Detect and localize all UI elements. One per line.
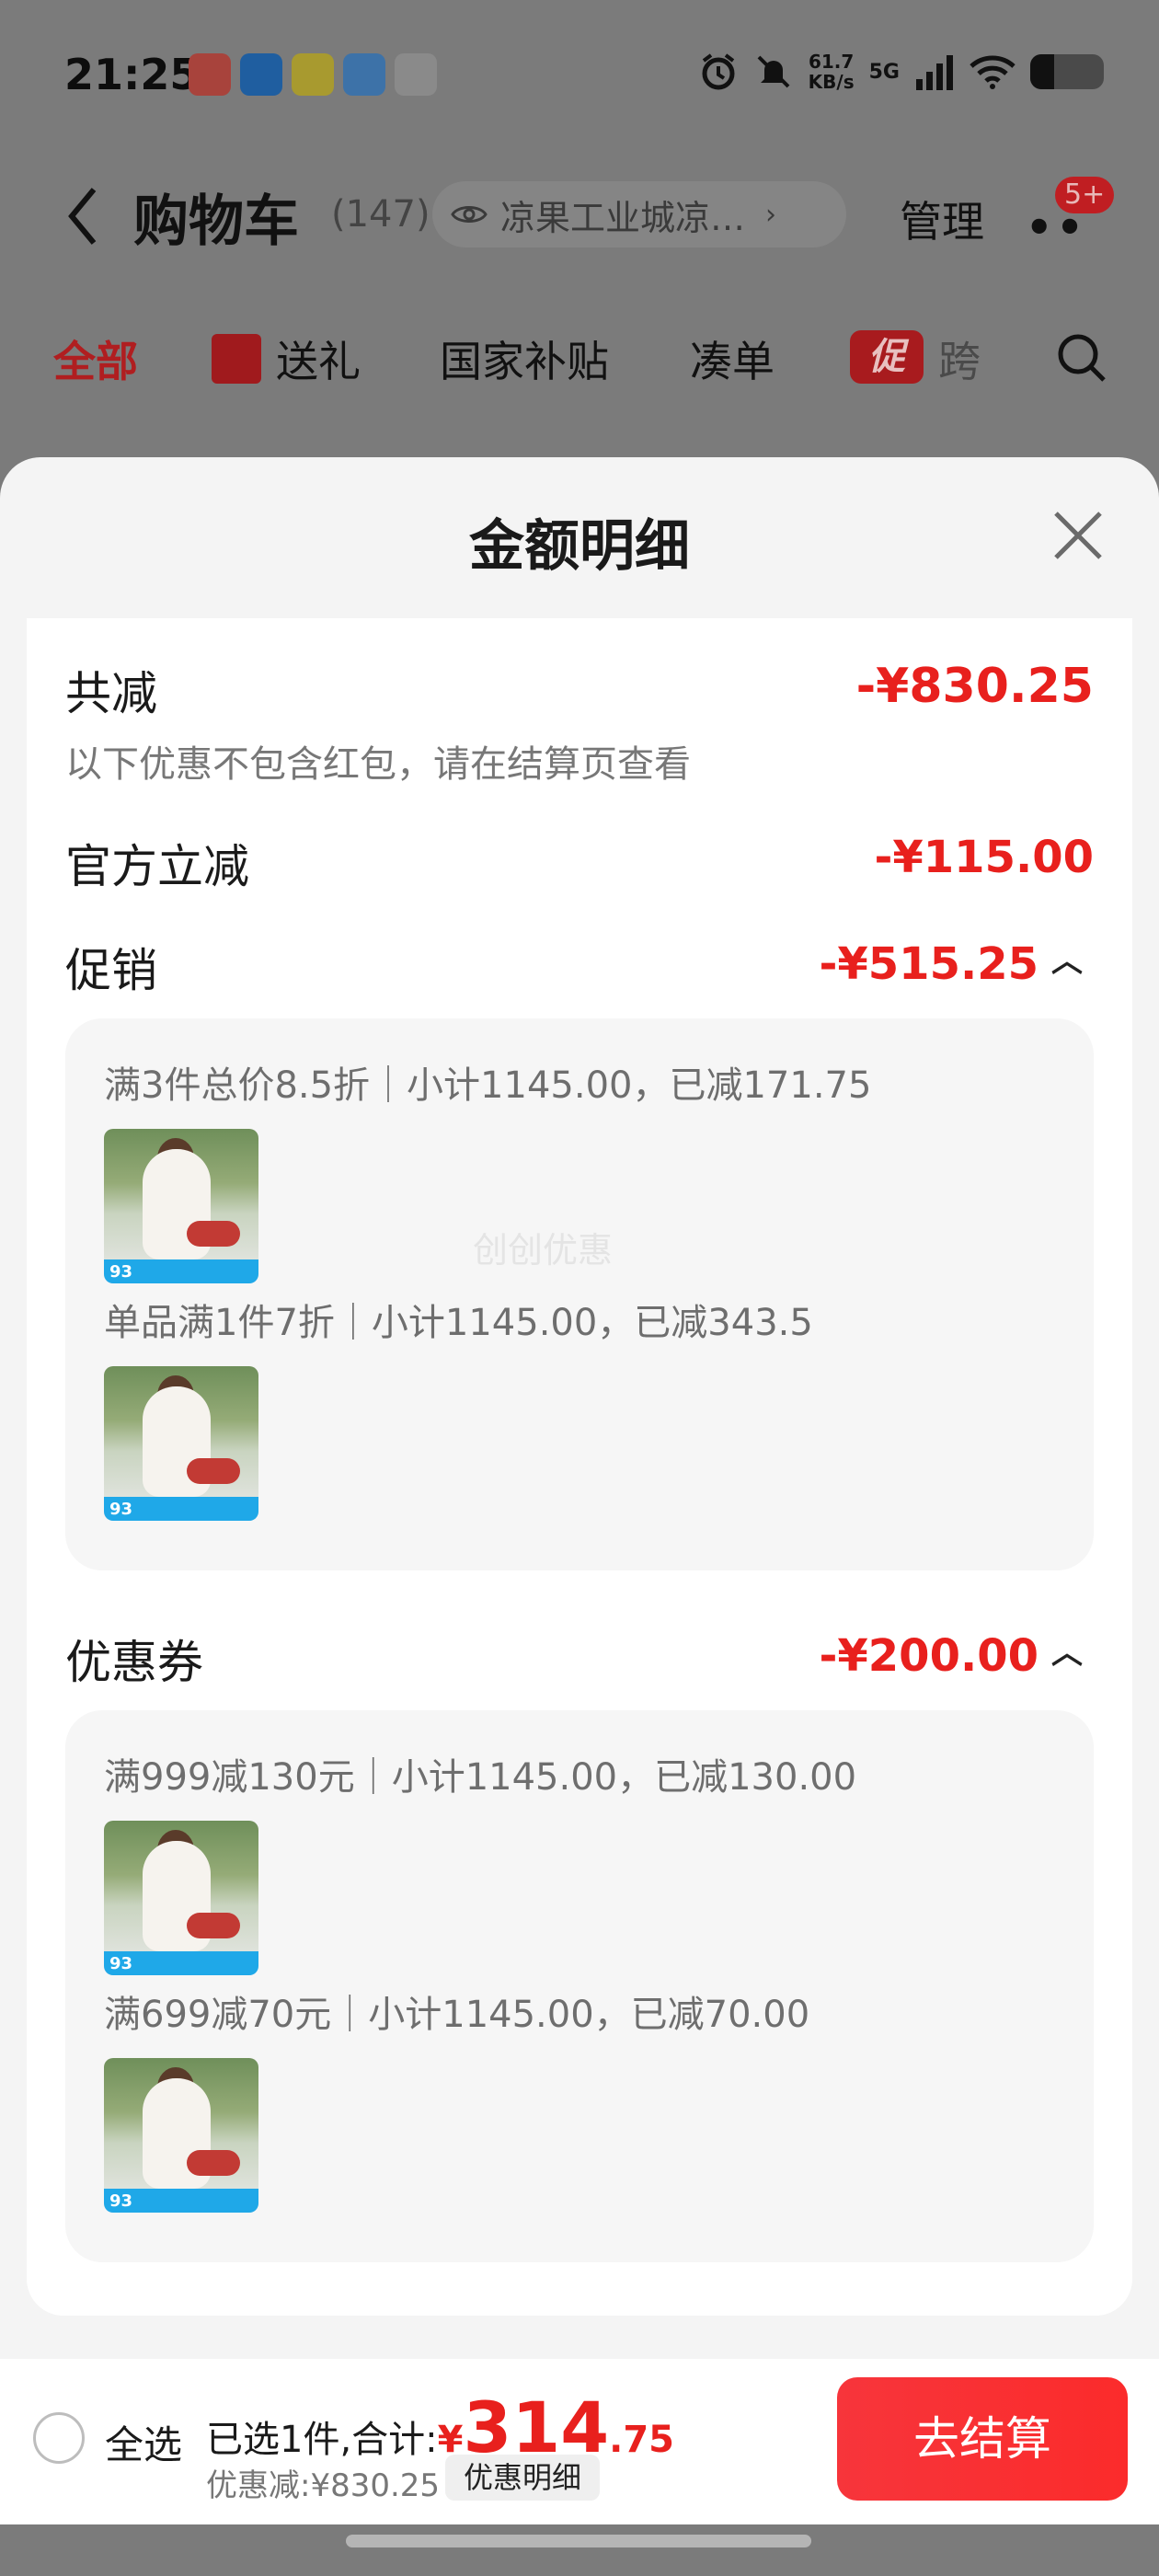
promo-tag-icon: 促	[850, 330, 924, 384]
amount-detail-sheet: 金额明细 共减 -¥830.25 以下优惠不包含红包，请在结算页查看 官方立减 …	[0, 457, 1159, 2362]
select-all-label[interactable]: 全选	[105, 2414, 182, 2470]
weather-notification-icon	[343, 53, 385, 96]
official-value: -¥115.00	[874, 832, 1094, 883]
app-notification-icon	[189, 53, 231, 96]
checkout-button[interactable]: 去结算	[837, 2377, 1128, 2501]
thumb-badge: 93	[109, 1954, 133, 1973]
product-thumbnail[interactable]: 93	[104, 2058, 258, 2213]
total-discount-row: 共减 -¥830.25 以下优惠不包含红包，请在结算页查看	[65, 657, 1094, 788]
address-text: 凉果工业城凉…	[500, 197, 746, 238]
promo-detail-box: 满3件总价8.5折｜小计1145.00，已减171.75 93 单品满1件7折｜…	[65, 1018, 1094, 1570]
close-icon[interactable]	[1050, 508, 1106, 563]
promo-value-wrap: -¥515.25 ︿	[819, 936, 1083, 990]
thumb-badge: 93	[109, 2191, 133, 2211]
network-speed-unit: KB/s	[808, 71, 855, 93]
promo-rule-1: 满3件总价8.5折｜小计1145.00，已减171.75	[104, 1064, 872, 1107]
coupon-value-wrap: -¥200.00 ︿	[819, 1627, 1083, 1682]
discount-detail-button[interactable]: 优惠明细	[445, 2455, 601, 2501]
tab-gift[interactable]: 送礼	[276, 328, 361, 389]
official-discount-row: 官方立减 -¥115.00	[65, 830, 1094, 896]
chevron-up-icon[interactable]: ︿	[1051, 1627, 1083, 1673]
promo-row[interactable]: 促销 -¥515.25 ︿	[65, 934, 1094, 1000]
promo-value: -¥515.25	[819, 938, 1039, 990]
tab-national-subsidy[interactable]: 国家补贴	[440, 328, 609, 389]
amount-detail-card: 共减 -¥830.25 以下优惠不包含红包，请在结算页查看 官方立减 -¥115…	[27, 618, 1132, 2316]
battery-icon	[1030, 54, 1104, 89]
mute-icon	[757, 55, 790, 88]
category-tabs: 全部 送礼 国家补贴 凑单 促 跨	[0, 317, 1159, 400]
search-icon[interactable]	[1056, 332, 1107, 384]
discount-summary: 优惠减:¥830.25	[206, 2467, 441, 2504]
product-thumbnail[interactable]: 93	[104, 1821, 258, 1975]
notification-icons	[189, 53, 437, 96]
product-thumbnail[interactable]: 93	[104, 1366, 258, 1521]
more-menu-button[interactable]: •• 5+	[1026, 177, 1115, 252]
more-badge: 5+	[1055, 177, 1115, 213]
network-speed-value: 61.7	[808, 51, 855, 73]
coupon-value: -¥200.00	[819, 1630, 1039, 1682]
product-thumbnail[interactable]: 93	[104, 1129, 258, 1283]
total-value: -¥830.25	[855, 659, 1094, 714]
network-speed: 61.7 KB/s	[809, 52, 855, 92]
page-title: 购物车	[133, 190, 299, 254]
total-note: 以下优惠不包含红包，请在结算页查看	[65, 743, 691, 786]
thumb-badge: 93	[109, 1500, 133, 1519]
signal-icon	[916, 55, 953, 90]
alarm-icon	[702, 53, 735, 90]
status-bar: 21:25 61.7 KB/s 5G	[0, 37, 1159, 114]
coupon-rule-2: 满699减70元｜小计1145.00，已减70.00	[104, 1994, 810, 2036]
checkout-bar: 全选 已选1件,合计:¥314.75 优惠减:¥830.25 优惠明细 去结算	[0, 2359, 1159, 2524]
status-time: 21:25	[64, 50, 200, 99]
summary-text: 已选1件,合计:	[206, 2419, 438, 2461]
tab-bundle[interactable]: 凑单	[690, 328, 775, 389]
gift-icon	[212, 334, 261, 384]
eye-icon	[451, 206, 488, 223]
tab-all[interactable]: 全部	[53, 328, 138, 389]
cart-header: 购物车 (147) 凉果工业城凉… › 管理 •• 5+	[0, 166, 1159, 267]
back-arrow-icon[interactable]	[64, 184, 101, 248]
coupon-detail-box: 满999减130元｜小计1145.00，已减130.00 93 满699减70元…	[65, 1710, 1094, 2262]
coupon-rule-1: 满999减130元｜小计1145.00，已减130.00	[104, 1756, 857, 1799]
chevron-up-icon[interactable]: ︿	[1051, 936, 1083, 981]
coupon-row[interactable]: 优惠券 -¥200.00 ︿	[65, 1626, 1094, 1692]
signal-label: 5G	[868, 60, 900, 84]
watermark: 创创优惠	[473, 1230, 614, 1271]
wifi-icon	[970, 55, 1016, 89]
total-summary: 已选1件,合计:¥314.75	[206, 2386, 674, 2468]
hotspot-notification-icon	[240, 53, 282, 96]
clock-notification-icon	[395, 53, 437, 96]
cart-item-count: (147)	[331, 193, 430, 236]
system-icons: 61.7 KB/s 5G	[698, 52, 1104, 92]
home-indicator	[346, 2535, 811, 2547]
promo-rule-2: 单品满1件7折｜小计1145.00，已减343.5	[104, 1302, 813, 1344]
manage-button[interactable]: 管理	[900, 189, 984, 249]
tab-cross-store[interactable]: 跨	[938, 328, 981, 389]
thumb-badge: 93	[109, 1262, 133, 1282]
photo-notification-icon	[292, 53, 334, 96]
sheet-title: 金额明细	[469, 514, 690, 579]
price-decimal: .75	[609, 2419, 674, 2461]
chevron-right-icon: ›	[765, 198, 777, 231]
select-all-checkbox[interactable]	[33, 2412, 85, 2464]
address-selector[interactable]: 凉果工业城凉… ›	[432, 181, 846, 247]
